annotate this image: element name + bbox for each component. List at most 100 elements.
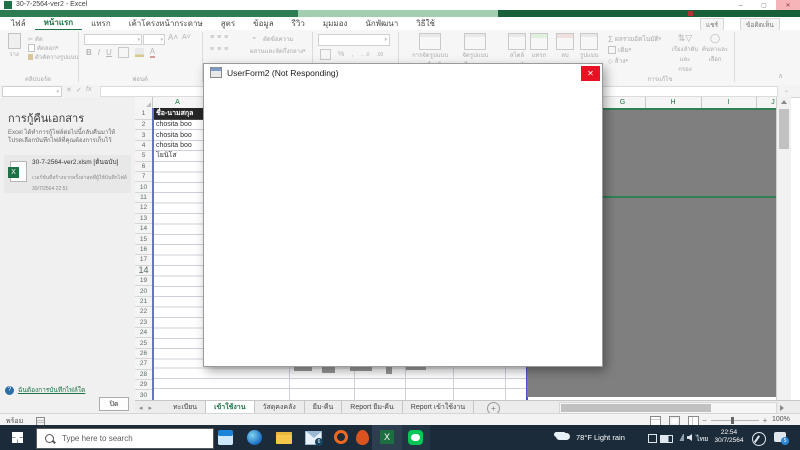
sheet-nav-right-icon[interactable]: ▸ (149, 404, 153, 412)
volume-icon[interactable] (687, 434, 692, 441)
browser-orange-icon[interactable] (334, 430, 348, 444)
row-header-26[interactable]: 28 (135, 369, 153, 380)
weather-cloud-icon[interactable] (556, 433, 570, 440)
row-header-2[interactable]: 2 (135, 120, 153, 131)
vertical-scroll-thumb[interactable] (779, 109, 789, 149)
paste-button[interactable]: วาง (4, 33, 24, 61)
sheet-nav-left-icon[interactable]: ◂ (139, 404, 143, 412)
tray-app-icon[interactable] (648, 434, 657, 443)
select-all-button[interactable] (135, 97, 153, 108)
insert-cells-button[interactable]: แทรก (530, 33, 548, 60)
underline-button[interactable]: U (106, 48, 112, 57)
row-header-20[interactable]: 22 (135, 307, 153, 318)
close-button[interactable]: ✕ (776, 0, 800, 10)
scroll-up-arrow[interactable] (781, 100, 787, 104)
format-cells-button[interactable]: รูปแบบ (580, 33, 599, 60)
row-header-23[interactable]: 25 (135, 338, 153, 349)
cell-a2[interactable]: chosita boo (154, 120, 205, 131)
name-box[interactable]: ▾ (2, 86, 62, 97)
increase-decimal-button[interactable]: ←.0 (360, 52, 369, 58)
row-header-14[interactable]: 16 (135, 244, 153, 256)
recovered-file-item[interactable]: X 30-7-2564-ver2.xlsm [ต้นฉบับ] เวอร์ชัน… (4, 155, 131, 193)
row-header-22[interactable]: 24 (135, 328, 153, 339)
horizontal-align-icons[interactable]: ≡≡≡ (210, 46, 231, 53)
notification-center-icon[interactable]: 5 (774, 432, 789, 445)
row-header-18[interactable]: 20 (135, 286, 153, 297)
horizontal-scroll-thumb[interactable] (561, 404, 711, 412)
ribbon-tab-เค้าโครงหน้ากระดาษ[interactable]: เค้าโครงหน้ากระดาษ (120, 17, 212, 30)
cancel-formula-button[interactable]: ✕ (66, 86, 72, 94)
expand-formula-bar-icon[interactable]: ⌄ (784, 87, 789, 94)
row-header-4[interactable]: 4 (135, 140, 153, 152)
accounting-format-icon[interactable] (320, 49, 331, 60)
ribbon-tab-รีวิว[interactable]: รีวิว (283, 17, 314, 30)
fill-color-icon[interactable] (134, 48, 144, 57)
zoom-slider-thumb[interactable] (730, 416, 734, 424)
bold-button[interactable]: B (86, 48, 92, 57)
italic-button[interactable]: I (98, 48, 100, 57)
enter-formula-button[interactable]: ✓ (76, 86, 82, 94)
row-header-19[interactable]: 21 (135, 296, 153, 308)
excel-taskbar-button[interactable]: X (372, 425, 402, 450)
language-indicator[interactable]: ไทย (696, 434, 708, 445)
column-header-G[interactable]: G (600, 97, 646, 108)
comma-style-button[interactable]: , (351, 51, 353, 58)
cell-a1[interactable]: ชื่อ-นามสกุล (154, 108, 205, 120)
scroll-right-arrow[interactable] (780, 405, 784, 411)
row-header-17[interactable]: 19 (135, 276, 153, 287)
wifi-icon[interactable] (675, 434, 684, 441)
clock[interactable]: 22:54 30/7/2564 (712, 429, 746, 445)
edge-browser-icon[interactable] (247, 430, 262, 445)
recovery-close-button[interactable]: ปิด (99, 397, 129, 411)
minimize-button[interactable]: – (730, 0, 752, 10)
ribbon-tab-หน้าแรก[interactable]: หน้าแรก (34, 16, 83, 31)
row-header-16[interactable]: 14 (135, 265, 153, 276)
recovery-help-link[interactable]: ฉันต้องการบันทึกไฟล์ใด (18, 385, 85, 395)
find-select-button[interactable]: ◯ ค้นหาและ เลือก (700, 33, 730, 64)
orientation-icon[interactable]: ⌁ (252, 34, 256, 42)
clear-button[interactable]: ◇ ล้าง ▾ (608, 56, 628, 66)
row-header-25[interactable]: 27 (135, 359, 153, 370)
merge-center-button[interactable]: ผสานและจัดกึ่งกลาง ▾ (250, 46, 306, 56)
shrink-font-button[interactable]: A˅ (182, 34, 191, 41)
maximize-button[interactable]: ▢ (753, 0, 775, 10)
vertical-align-icons[interactable]: ≡≡≡ (210, 34, 231, 41)
ribbon-tab-สูตร[interactable]: สูตร (212, 17, 244, 30)
userform-title-bar[interactable]: UserForm2 (Not Responding) (204, 64, 602, 81)
userform-close-button[interactable]: ✕ (581, 66, 600, 81)
percent-style-button[interactable]: % (338, 51, 344, 58)
ribbon-tab-ข้อมูล[interactable]: ข้อมูล (244, 17, 282, 30)
start-button[interactable] (12, 432, 23, 443)
zoom-in-button[interactable]: + (763, 416, 768, 425)
zoom-slider[interactable] (710, 416, 759, 424)
cell-a4[interactable]: chosita boo (154, 141, 205, 152)
column-header-I[interactable]: I (701, 97, 757, 108)
delete-cells-button[interactable]: ลบ (556, 33, 574, 60)
decrease-decimal-button[interactable]: .00 (376, 52, 383, 58)
battery-icon[interactable] (660, 435, 673, 443)
row-header-24[interactable]: 26 (135, 348, 153, 360)
row-header-15[interactable]: 17 (135, 255, 153, 266)
row-header-7[interactable]: 7 (135, 172, 153, 183)
zoom-level[interactable]: 100% (772, 416, 790, 423)
row-header-27[interactable]: 29 (135, 380, 153, 391)
font-name-combobox[interactable]: ▾ (84, 34, 142, 45)
ribbon-tab-แทรก[interactable]: แทรก (82, 17, 120, 30)
vertical-scrollbar[interactable] (776, 97, 791, 400)
mail-icon[interactable]: 6 (305, 431, 323, 446)
row-header-6[interactable]: 6 (135, 161, 153, 172)
cell-a3[interactable]: chosita boo (154, 130, 205, 141)
autosum-button[interactable]: Σ ผลรวมอัตโนมัติ ▾ (608, 34, 661, 44)
row-header-1[interactable]: 1 (135, 108, 153, 120)
font-color-icon[interactable]: A (149, 47, 156, 58)
app-orange-icon[interactable] (356, 430, 369, 445)
ribbon-tab-ไฟล์[interactable]: ไฟล์ (2, 17, 35, 30)
cell-a5[interactable]: โยนิโส (154, 151, 205, 162)
font-size-combobox[interactable]: ▾ (143, 34, 165, 45)
ribbon-tab-นักพัฒนา[interactable]: นักพัฒนา (356, 17, 407, 30)
number-format-combobox[interactable]: ▾ (318, 34, 390, 46)
column-header-A[interactable]: A (152, 97, 204, 108)
column-header-H[interactable]: H (645, 97, 702, 108)
wrap-text-button[interactable]: ตัดข้อความ (263, 34, 293, 44)
row-header-11[interactable]: 13 (135, 213, 153, 224)
